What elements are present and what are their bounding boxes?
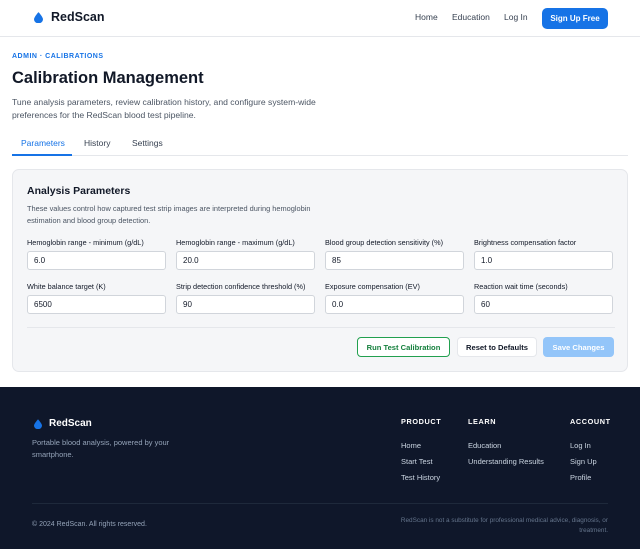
footer-link-understanding-results[interactable]: Understanding Results bbox=[468, 457, 544, 466]
footer-heading-learn: LEARN bbox=[468, 417, 497, 426]
exposure-compensation-input[interactable]: 0.0 bbox=[325, 295, 464, 314]
blood-group-sensitivity-input[interactable]: 85 bbox=[325, 251, 464, 270]
card-divider bbox=[27, 327, 615, 328]
blood-drop-icon bbox=[34, 418, 42, 429]
footer-link-home[interactable]: Home bbox=[401, 441, 421, 450]
page-title: Calibration Management bbox=[12, 69, 204, 87]
card-title: Analysis Parameters bbox=[27, 185, 131, 197]
blood-group-sensitivity-label: Blood group detection sensitivity (%) bbox=[325, 238, 444, 247]
hemoglobin-max-label: Hemoglobin range - maximum (g/dL) bbox=[176, 238, 295, 247]
reset-defaults-button[interactable]: Reset to Defaults bbox=[457, 337, 537, 357]
brand-logo[interactable]: RedScan bbox=[34, 10, 105, 24]
nav-home-link[interactable]: Home bbox=[415, 12, 438, 22]
footer-link-education[interactable]: Education bbox=[468, 441, 501, 450]
run-test-calibration-button[interactable]: Run Test Calibration bbox=[357, 337, 450, 357]
footer-link-test-history[interactable]: Test History bbox=[401, 473, 440, 482]
footer-disclaimer: RedScan is not a substitute for professi… bbox=[400, 517, 608, 534]
card-description: These values control how captured test s… bbox=[27, 204, 311, 225]
footer-tagline: Portable blood analysis, powered by your… bbox=[32, 438, 170, 459]
white-balance-label: White balance target (K) bbox=[27, 282, 106, 291]
white-balance-input[interactable]: 6500 bbox=[27, 295, 166, 314]
nav-education-link[interactable]: Education bbox=[452, 12, 490, 22]
page-description: Tune analysis parameters, review calibra… bbox=[12, 97, 316, 120]
tab-settings[interactable]: Settings bbox=[132, 138, 163, 148]
footer-divider bbox=[32, 503, 608, 504]
hemoglobin-min-input[interactable]: 6.0 bbox=[27, 251, 166, 270]
nav-login-link[interactable]: Log In bbox=[504, 12, 528, 22]
brightness-compensation-label: Brightness compensation factor bbox=[474, 238, 577, 247]
signup-button[interactable]: Sign Up Free bbox=[542, 8, 608, 29]
reaction-wait-input[interactable]: 60 bbox=[474, 295, 613, 314]
top-header: RedScan Home Education Log In Sign Up Fr… bbox=[0, 0, 640, 37]
footer-brand[interactable]: RedScan bbox=[34, 418, 92, 429]
footer-heading-account: ACCOUNT bbox=[570, 417, 611, 426]
hemoglobin-max-input[interactable]: 20.0 bbox=[176, 251, 315, 270]
site-footer: RedScan Portable blood analysis, powered… bbox=[0, 387, 640, 549]
brand-name: RedScan bbox=[51, 10, 105, 24]
active-tab-indicator bbox=[12, 154, 72, 156]
footer-brand-name: RedScan bbox=[49, 418, 92, 429]
footer-link-signup[interactable]: Sign Up bbox=[570, 457, 597, 466]
footer-link-start-test[interactable]: Start Test bbox=[401, 457, 433, 466]
save-changes-button[interactable]: Save Changes bbox=[543, 337, 614, 357]
brightness-compensation-input[interactable]: 1.0 bbox=[474, 251, 613, 270]
reaction-wait-label: Reaction wait time (seconds) bbox=[474, 282, 568, 291]
exposure-compensation-label: Exposure compensation (EV) bbox=[325, 282, 420, 291]
breadcrumb: ADMIN · CALIBRATIONS bbox=[12, 53, 104, 60]
footer-link-login[interactable]: Log In bbox=[570, 441, 591, 450]
footer-link-profile[interactable]: Profile bbox=[570, 473, 591, 482]
strip-confidence-label: Strip detection confidence threshold (%) bbox=[176, 282, 306, 291]
tab-history[interactable]: History bbox=[84, 138, 110, 148]
blood-drop-icon bbox=[34, 11, 43, 23]
footer-heading-product: PRODUCT bbox=[401, 417, 442, 426]
tab-parameters[interactable]: Parameters bbox=[21, 138, 65, 148]
tab-bar: Parameters History Settings bbox=[12, 131, 628, 156]
strip-confidence-input[interactable]: 90 bbox=[176, 295, 315, 314]
footer-copyright: © 2024 RedScan. All rights reserved. bbox=[32, 521, 147, 528]
analysis-parameters-card: Analysis Parameters These values control… bbox=[12, 169, 628, 372]
hemoglobin-min-label: Hemoglobin range - minimum (g/dL) bbox=[27, 238, 144, 247]
